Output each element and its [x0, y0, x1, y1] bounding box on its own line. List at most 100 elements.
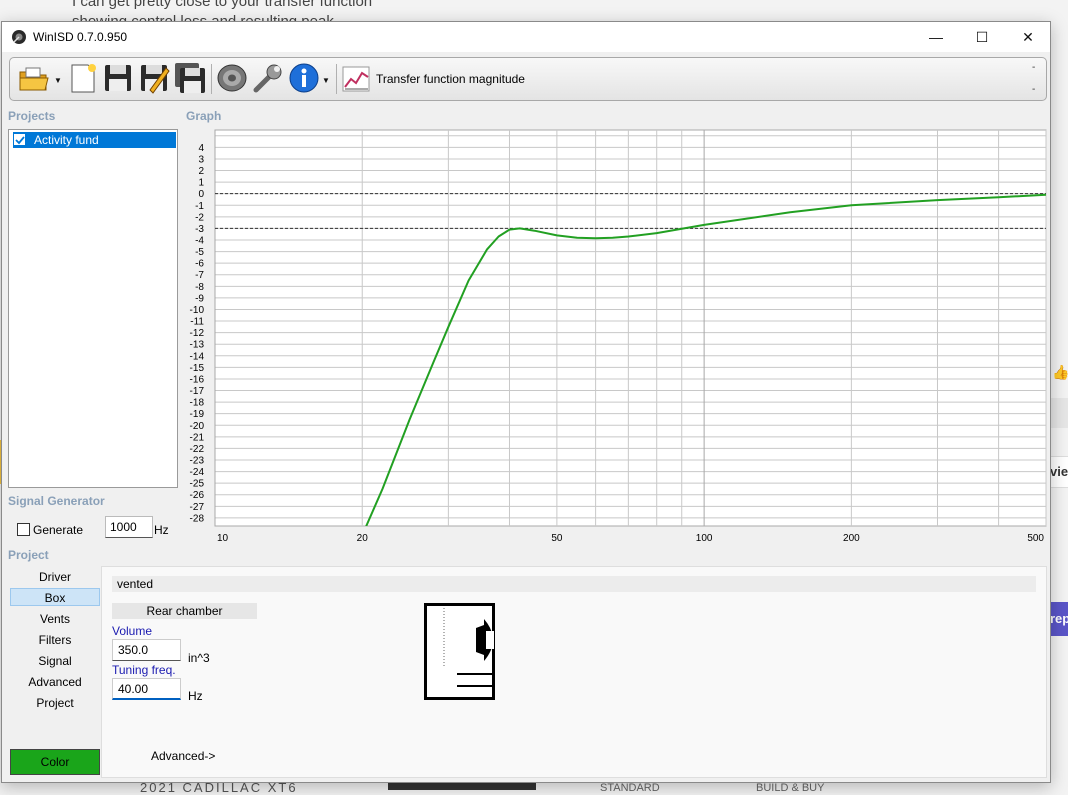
thumbs-up-icon[interactable]: 👍 — [1052, 364, 1068, 381]
winisd-window: WinISD 0.7.0.950 — ☐ ✕ ▼ ▼ Transfer func… — [1, 21, 1051, 783]
y-tick-label: -12 — [190, 328, 205, 339]
graph-type-icon[interactable] — [342, 65, 370, 93]
y-tick-label: -26 — [190, 490, 205, 501]
x-tick-label: 100 — [696, 533, 713, 544]
y-tick-label: -16 — [190, 374, 205, 385]
y-tick-label: -28 — [190, 513, 205, 524]
save-all-icon[interactable] — [174, 62, 206, 94]
x-tick-label: 500 — [1027, 533, 1044, 544]
y-tick-label: -5 — [195, 247, 204, 258]
project-item-activity-fund[interactable]: Activity fund — [13, 132, 176, 148]
background-view-label: vie — [1050, 464, 1068, 479]
info-icon[interactable] — [288, 62, 320, 94]
winisd-app-icon — [12, 30, 26, 44]
signal-generator-label: Signal Generator — [8, 494, 105, 508]
open-folder-icon[interactable] — [18, 62, 50, 94]
nav-project[interactable]: Project — [10, 694, 100, 712]
box-type-header: vented — [112, 576, 1036, 592]
save-icon[interactable] — [102, 62, 134, 94]
advanced-link[interactable]: Advanced-> — [151, 749, 215, 763]
background-reply-button[interactable]: rep — [1050, 602, 1068, 636]
nav-filters[interactable]: Filters — [10, 631, 100, 649]
y-tick-label: -19 — [190, 409, 205, 420]
generate-label: Generate — [33, 523, 84, 537]
y-tick-label: -24 — [190, 467, 205, 478]
y-tick-label: -25 — [190, 479, 205, 490]
project-nav-label: Project — [8, 548, 49, 562]
title-bar[interactable]: WinISD 0.7.0.950 — ☐ ✕ — [2, 22, 1050, 52]
window-title: WinISD 0.7.0.950 — [33, 30, 128, 44]
background-text-line-1: I can get pretty close to your transfer … — [72, 0, 373, 10]
y-tick-label: -20 — [190, 421, 205, 432]
driver-speaker-icon[interactable] — [216, 62, 248, 94]
background-bottom-image — [388, 782, 536, 790]
new-project-icon[interactable] — [66, 62, 98, 94]
y-tick-label: 2 — [198, 166, 204, 177]
graph-section-label: Graph — [186, 109, 222, 123]
projects-section-label: Projects — [8, 109, 56, 123]
project-checkbox[interactable] — [13, 133, 26, 146]
y-tick-label: 0 — [198, 189, 204, 200]
toolbar-separator-2 — [336, 64, 337, 94]
color-button[interactable]: Color — [10, 749, 100, 775]
toolbar-dash-bottom[interactable]: - — [1032, 84, 1035, 95]
y-tick-label: -9 — [195, 293, 204, 304]
graph-plot-area — [214, 129, 1047, 527]
x-tick-label: 200 — [843, 533, 860, 544]
info-dropdown-chevron-down-icon[interactable]: ▼ — [322, 76, 330, 85]
y-tick-label: -4 — [195, 236, 204, 247]
x-tick-label: 10 — [217, 533, 229, 544]
y-tick-label: -14 — [190, 351, 205, 362]
nav-vents[interactable]: Vents — [10, 610, 100, 628]
y-tick-label: 1 — [198, 178, 204, 189]
generator-frequency-input[interactable] — [105, 516, 153, 538]
projects-list: Activity fund — [8, 129, 178, 488]
transfer-function-graph[interactable]: 43210-1-2-3-4-5-6-7-8-9-10-11-12-13-14-1… — [179, 127, 1049, 547]
nav-signal[interactable]: Signal — [10, 652, 100, 670]
box-enclosure-diagram-icon — [424, 603, 495, 700]
volume-unit: in^3 — [188, 651, 210, 665]
y-tick-label: 3 — [198, 154, 204, 165]
y-tick-label: -2 — [195, 212, 204, 223]
tuning-freq-label: Tuning freq. — [112, 663, 176, 677]
y-tick-label: -7 — [195, 270, 204, 281]
close-button[interactable]: ✕ — [1005, 22, 1051, 52]
background-bottom-build: BUILD & BUY — [756, 782, 825, 794]
minimize-button[interactable]: — — [913, 22, 959, 52]
y-tick-label: -3 — [195, 224, 204, 235]
y-tick-label: -6 — [195, 259, 204, 270]
maximize-button[interactable]: ☐ — [959, 22, 1005, 52]
y-tick-label: -21 — [190, 432, 205, 443]
generate-checkbox[interactable] — [17, 523, 30, 536]
y-tick-label: -22 — [190, 444, 205, 455]
y-tick-label: -11 — [190, 317, 204, 328]
volume-input[interactable] — [112, 639, 181, 661]
toolbar-separator — [211, 64, 212, 94]
y-tick-label: 4 — [198, 143, 204, 154]
tuning-freq-input[interactable] — [112, 678, 181, 700]
tuning-freq-unit: Hz — [188, 689, 203, 703]
volume-label: Volume — [112, 624, 153, 638]
open-dropdown-chevron-down-icon[interactable]: ▼ — [54, 76, 62, 85]
y-tick-label: -23 — [190, 456, 205, 467]
project-item-label: Activity fund — [34, 133, 99, 147]
y-tick-label: -13 — [190, 340, 205, 351]
nav-driver[interactable]: Driver — [10, 568, 100, 586]
background-reply-label: rep — [1050, 611, 1068, 626]
x-tick-label: 50 — [551, 533, 563, 544]
rear-chamber-header: Rear chamber — [112, 603, 257, 619]
graph-type-label[interactable]: Transfer function magnitude — [376, 72, 525, 86]
background-bottom-standard: STANDARD — [600, 782, 660, 794]
background-view-button[interactable]: vie — [1050, 456, 1068, 488]
toolbar-dash-top[interactable]: - — [1032, 62, 1035, 73]
y-tick-label: -17 — [190, 386, 205, 397]
nav-box[interactable]: Box — [10, 588, 100, 606]
x-tick-label: 20 — [357, 533, 369, 544]
generator-frequency-unit: Hz — [154, 523, 169, 537]
y-tick-label: -18 — [190, 398, 205, 409]
y-tick-label: -15 — [190, 363, 205, 374]
tools-wrench-icon[interactable] — [252, 62, 284, 94]
nav-advanced[interactable]: Advanced — [10, 673, 100, 691]
save-as-icon[interactable] — [138, 62, 170, 94]
toolbar: ▼ ▼ Transfer function magnitude - - — [9, 57, 1047, 101]
